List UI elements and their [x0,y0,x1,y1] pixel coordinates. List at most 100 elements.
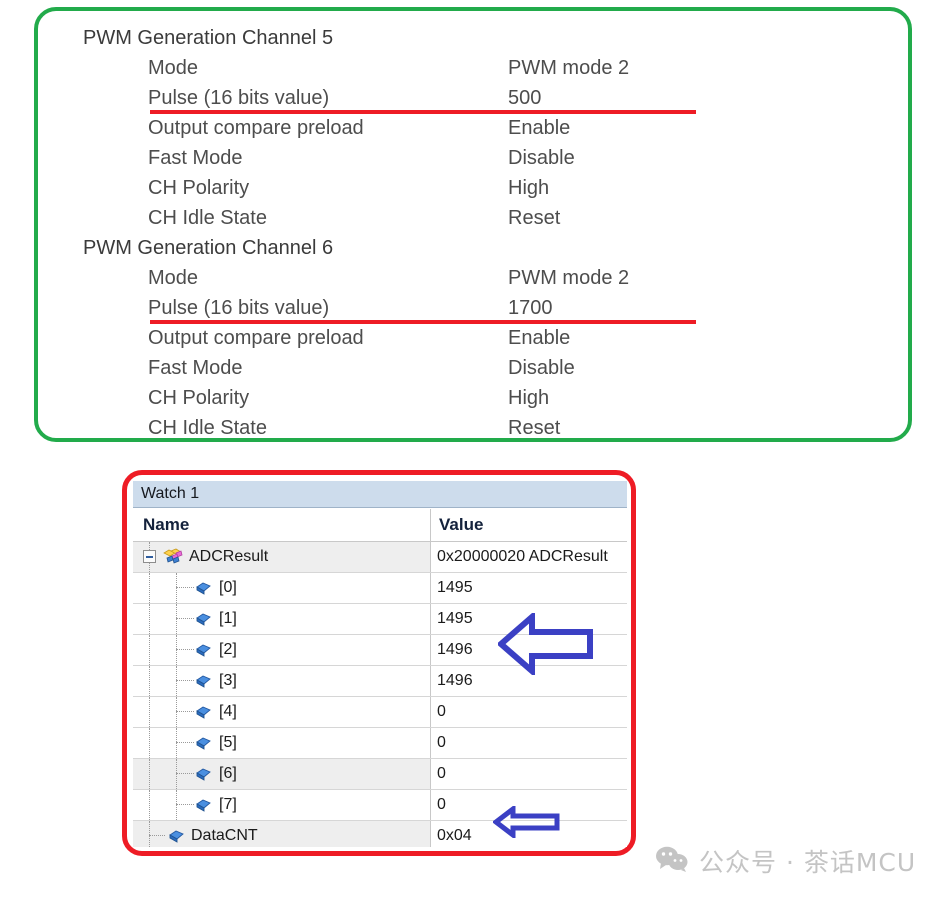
watch-node-label: DataCNT [191,827,258,844]
field-diamond-icon [196,767,211,781]
pwm-row-ch6-fast-mode[interactable]: Fast Mode Disable [38,353,908,383]
pwm-row-ch6-pulse[interactable]: Pulse (16 bits value) 1700 [38,293,908,324]
tree-elbow-line [176,649,194,651]
watch-value-cell[interactable]: 1496 [431,666,627,696]
pwm-value-ch6-output-compare-preload: Enable [508,327,571,349]
pwm-row-ch6-mode[interactable]: Mode PWM mode 2 [38,263,908,293]
tree-guide-line [149,697,151,727]
watch-name-cell[interactable]: [4] [133,697,431,727]
watermark-text: 公众号 · 茶话MCU [699,848,917,877]
pwm-row-ch6-ch-idle-state[interactable]: CH Idle State Reset [38,413,908,443]
table-row[interactable]: [4] 0 [133,697,627,728]
tree-elbow-line [176,587,194,589]
tree-elbow-line [149,835,165,837]
watch-value-cell[interactable]: 0 [431,790,627,820]
watch-name-cell[interactable]: [6] [133,759,431,789]
table-row[interactable]: [6] 0 [133,759,627,790]
watch-value-cell[interactable]: 1496 [431,635,627,665]
watch-node-label: [2] [219,641,237,658]
watch-value-cell[interactable]: 0 [431,697,627,727]
watch-name-cell[interactable]: DataCNT [133,821,431,847]
field-diamond-icon [196,705,211,719]
watch-value-cell[interactable]: 1495 [431,604,627,634]
table-row[interactable]: DataCNT 0x04 [133,821,627,847]
tree-guide-line [149,759,151,789]
tree-guide-line [149,635,151,665]
field-diamond-icon [196,736,211,750]
pwm-value-ch5-ch-idle-state: Reset [508,207,561,229]
pwm-value-ch6-pulse: 1700 [508,297,553,319]
watch-tabstrip: Watch 1 [133,481,627,508]
field-diamond-icon [196,674,211,688]
field-diamond-icon [196,581,211,595]
field-diamond-icon [196,643,211,657]
watch-value-cell[interactable]: 0x04 [431,821,627,847]
field-diamond-icon [196,798,211,812]
watch-name-cell[interactable]: [0] [133,573,431,603]
tree-elbow-line [176,773,194,775]
watch-name-cell[interactable]: [1] [133,604,431,634]
pwm-row-ch5-fast-mode[interactable]: Fast Mode Disable [38,143,908,173]
column-header-value[interactable]: Value [431,509,627,541]
table-row[interactable]: [5] 0 [133,728,627,759]
pwm-label-ch5-fast-mode: Fast Mode [148,147,243,169]
tree-elbow-line [176,618,194,620]
tree-guide-line [149,573,151,603]
field-diamond-icon [196,612,211,626]
pwm-label-ch6-pulse: Pulse (16 bits value) [148,297,330,319]
pwm-label-ch6-output-compare-preload: Output compare preload [148,327,364,349]
watch-node-label: ADCResult [189,548,269,565]
watch-name-cell[interactable]: [7] [133,790,431,820]
pwm-label-ch6-ch-polarity: CH Polarity [148,387,250,409]
watch-node-label: [5] [219,734,237,751]
pwm-config-list: PWM Generation Channel 5 Mode PWM mode 2… [38,11,908,439]
table-row[interactable]: [1] 1495 [133,604,627,635]
pwm-row-ch6-ch-polarity[interactable]: CH Polarity High [38,383,908,413]
field-diamond-icon [169,829,184,843]
watch-name-cell[interactable]: [3] [133,666,431,696]
pwm-row-ch5-ch-idle-state[interactable]: CH Idle State Reset [38,203,908,233]
pwm-row-ch5-output-compare-preload[interactable]: Output compare preload Enable [38,113,908,143]
watch-grid-header: Name Value [133,509,627,542]
watch-node-label: [4] [219,703,237,720]
pwm-row-ch5-mode[interactable]: Mode PWM mode 2 [38,53,908,83]
pwm-label-ch5-mode: Mode [148,57,199,79]
tree-guide-line [149,821,151,847]
watch-node-label: [7] [219,796,237,813]
pwm-row-ch5-pulse[interactable]: Pulse (16 bits value) 500 [38,83,908,114]
table-row[interactable]: [7] 0 [133,790,627,821]
watermark: 公众号 · 茶话MCU [655,843,916,879]
pwm-label-ch5-ch-idle-state: CH Idle State [148,207,267,229]
watch-name-cell[interactable]: [5] [133,728,431,758]
pwm-label-ch6-ch-idle-state: CH Idle State [148,417,267,439]
watch-value-cell[interactable]: 0x20000020 ADCResult [431,542,627,572]
watch-name-cell[interactable]: ADCResult [133,542,431,572]
pwm-value-ch5-fast-mode: Disable [508,147,575,169]
column-header-name[interactable]: Name [133,509,431,541]
pwm-value-ch6-ch-idle-state: Reset [508,417,561,439]
watch-name-cell[interactable]: [2] [133,635,431,665]
table-row[interactable]: [0] 1495 [133,573,627,604]
watch-value-cell[interactable]: 1495 [431,573,627,603]
table-row[interactable]: [2] 1496 [133,635,627,666]
tab-watch-1[interactable]: Watch 1 [133,481,214,507]
watch-node-label: [6] [219,765,237,782]
wechat-icon [655,845,689,878]
watch-node-label: [3] [219,672,237,689]
pwm-label-ch6-fast-mode: Fast Mode [148,357,243,379]
tree-guide-line [149,604,151,634]
watch-value-cell[interactable]: 0 [431,728,627,758]
pwm-value-ch5-ch-polarity: High [508,177,550,199]
pwm-config-highlight-box: PWM Generation Channel 5 Mode PWM mode 2… [34,7,912,442]
table-row[interactable]: [3] 1496 [133,666,627,697]
watch-value-cell[interactable]: 0 [431,759,627,789]
collapse-box-icon[interactable] [143,550,156,563]
tree-elbow-line [176,804,194,806]
table-row[interactable]: ADCResult 0x20000020 ADCResult [133,542,627,573]
pwm-value-ch5-output-compare-preload: Enable [508,117,571,139]
pwm-label-ch5-ch-polarity: CH Polarity [148,177,250,199]
pwm-row-ch6-output-compare-preload[interactable]: Output compare preload Enable [38,323,908,353]
pwm-row-ch5-ch-polarity[interactable]: CH Polarity High [38,173,908,203]
pwm-value-ch6-fast-mode: Disable [508,357,575,379]
pwm-label-ch5-pulse: Pulse (16 bits value) [148,87,330,109]
